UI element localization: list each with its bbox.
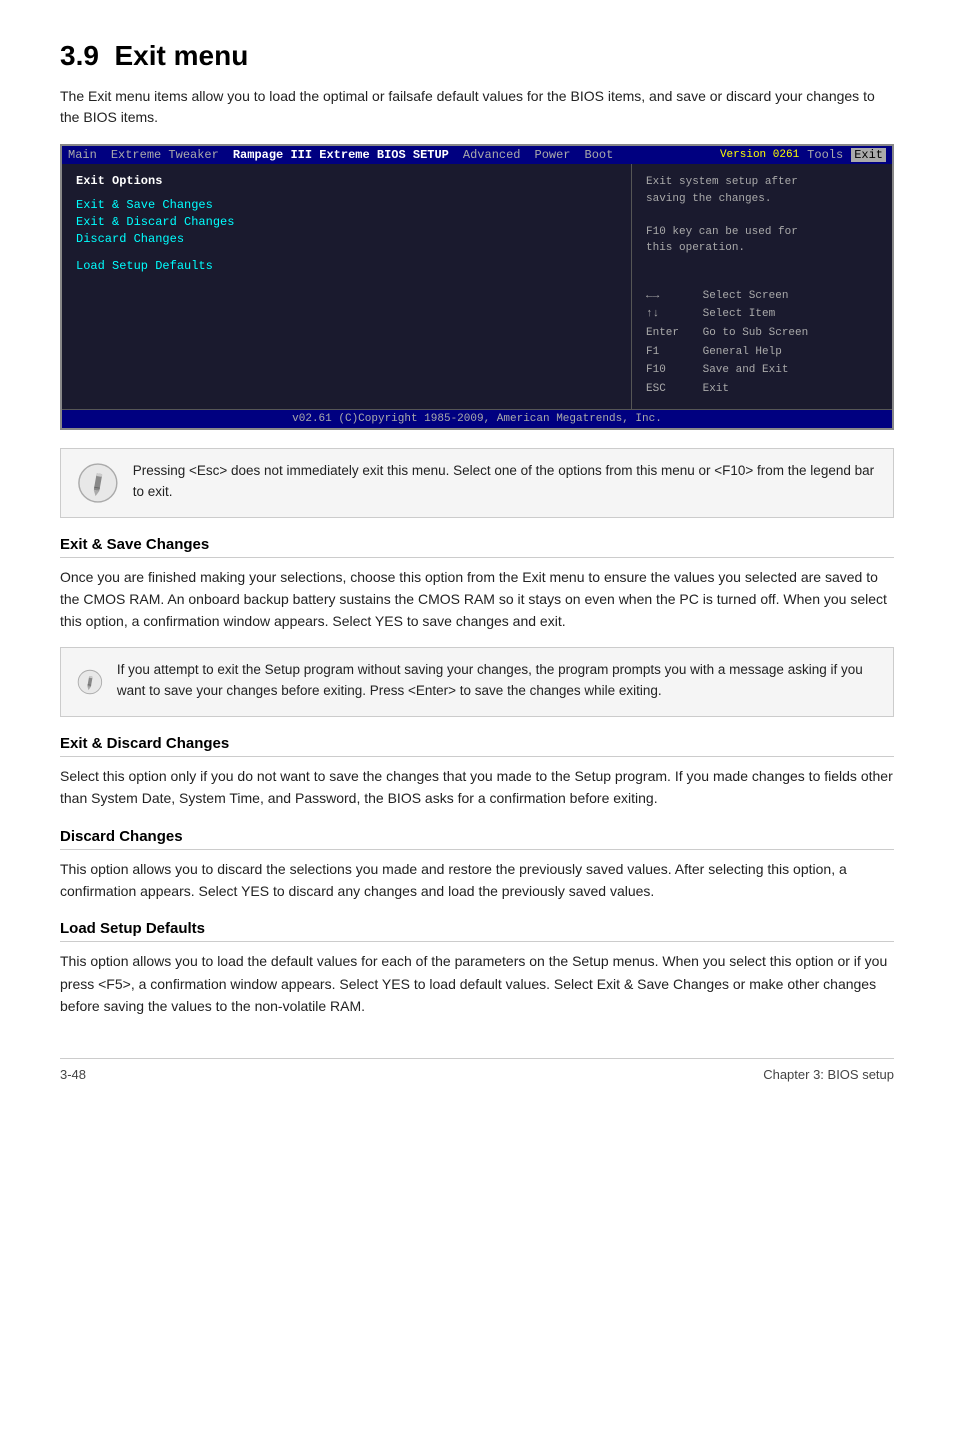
page-footer: 3-48 Chapter 3: BIOS setup [60,1058,894,1082]
bios-title: Rampage III Extreme BIOS SETUP [233,148,449,162]
bios-menu-items: Main Extreme Tweaker Rampage III Extreme… [68,148,613,162]
heading-load-defaults: Load Setup Defaults [60,920,894,942]
note-box-1: Pressing <Esc> does not immediately exit… [60,448,894,518]
pencil-icon-1 [77,461,119,505]
bios-menu-tools[interactable]: Tools [807,148,843,162]
bios-body: Exit Options Exit & Save Changes Exit & … [62,164,892,409]
bios-option-discard[interactable]: Discard Changes [76,232,617,246]
bios-option-exit-discard[interactable]: Exit & Discard Changes [76,215,617,229]
body-exit-discard: Select this option only if you do not wa… [60,765,894,810]
bios-menu-advanced[interactable]: Advanced [463,148,521,162]
bios-help-text: Exit system setup after saving the chang… [646,174,878,257]
intro-text: The Exit menu items allow you to load th… [60,86,894,128]
body-exit-save: Once you are finished making your select… [60,566,894,633]
pencil-icon-2 [77,660,103,704]
bios-section-label: Exit Options [76,174,617,188]
section-title: 3.9 Exit menu [60,40,894,72]
bios-menu-main[interactable]: Main [68,148,97,162]
note-box-2: If you attempt to exit the Setup program… [60,647,894,717]
bios-menu-extreme[interactable]: Extreme Tweaker [111,148,219,162]
note-text-1: Pressing <Esc> does not immediately exit… [133,461,877,503]
bios-right-panel: Exit system setup after saving the chang… [632,164,892,409]
footer-page-number: 3-48 [60,1067,86,1082]
bios-menu-exit[interactable]: Exit [851,148,886,162]
heading-discard: Discard Changes [60,828,894,850]
heading-exit-save: Exit & Save Changes [60,536,894,558]
bios-menu-power[interactable]: Power [535,148,571,162]
bios-legend: ←→ Select Screen ↑↓ Select Item Enter Go… [646,287,878,399]
note-text-2: If you attempt to exit the Setup program… [117,660,877,702]
bios-menu-boot[interactable]: Boot [585,148,614,162]
bios-left-panel: Exit Options Exit & Save Changes Exit & … [62,164,632,409]
footer-chapter: Chapter 3: BIOS setup [763,1067,894,1082]
bios-option-load-defaults[interactable]: Load Setup Defaults [76,259,617,273]
bios-version: Version 0261 [720,149,799,161]
body-load-defaults: This option allows you to load the defau… [60,950,894,1017]
bios-option-exit-save[interactable]: Exit & Save Changes [76,198,617,212]
bios-ui-box: Main Extreme Tweaker Rampage III Extreme… [60,144,894,430]
bios-footer: v02.61 (C)Copyright 1985-2009, American … [62,409,892,428]
bios-menubar: Main Extreme Tweaker Rampage III Extreme… [62,146,892,164]
heading-exit-discard: Exit & Discard Changes [60,735,894,757]
body-discard: This option allows you to discard the se… [60,858,894,903]
